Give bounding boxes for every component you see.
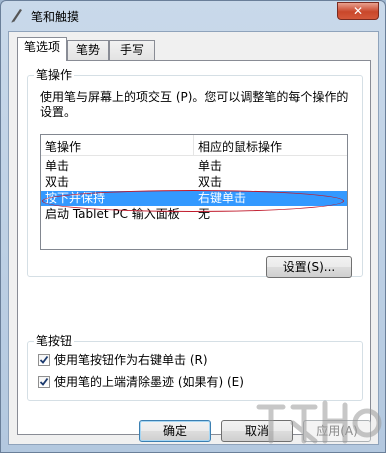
dialog-body: 笔选项 笔势 手写 笔操作 使用笔与屏幕上的项交互 (P)。您可以调整笔的每个操… — [8, 31, 379, 445]
close-button[interactable]: ✕ — [337, 2, 379, 20]
pen-action-name: 双击 — [45, 175, 70, 189]
tab-flicks[interactable]: 笔势 — [67, 40, 109, 60]
title-bar[interactable]: 笔和触摸 ✕ — [1, 1, 385, 31]
list-item[interactable]: 双击 双击 — [41, 175, 347, 190]
mouse-action-name: 双击 — [198, 175, 223, 189]
pen-buttons-group-title: 笔按钮 — [34, 334, 75, 348]
mouse-action-name: 无 — [198, 207, 211, 221]
eraser-checkbox[interactable] — [38, 376, 50, 388]
pen-and-touch-dialog: 笔和触摸 ✕ 笔选项 笔势 手写 笔操作 使用笔与屏幕上的项交互 (P)。您可以… — [0, 0, 386, 453]
cancel-button[interactable]: 取消 — [221, 420, 293, 442]
tab-handwriting[interactable]: 手写 — [109, 40, 155, 60]
pen-actions-description: 使用笔与屏幕上的项交互 (P)。您可以调整笔的每个操作的设置。 — [40, 90, 349, 119]
right-click-label: 使用笔按钮作为右键单击 (R) — [54, 353, 208, 367]
pen-actions-group-title: 笔操作 — [34, 68, 75, 82]
pen-action-name: 单击 — [45, 159, 70, 173]
column-header-pen-action[interactable]: 笔操作 — [45, 138, 81, 155]
right-click-checkbox[interactable] — [38, 354, 50, 366]
check-icon — [39, 355, 49, 364]
column-header-mouse-action[interactable]: 相应的鼠标操作 — [198, 138, 282, 155]
list-item-selected[interactable]: 按下并保持 右键单击 — [41, 191, 347, 206]
pen-action-name: 按下并保持 — [45, 191, 106, 205]
close-icon: ✕ — [352, 4, 364, 18]
pen-icon — [9, 7, 25, 23]
eraser-label: 使用笔的上端清除墨迹 (如果有) (E) — [54, 375, 244, 389]
pen-buttons-group: 笔按钮 使用笔按钮作为右键单击 (R) 使用笔的上端清除墨迹 (如果有) (E) — [27, 334, 363, 401]
pen-actions-group: 笔操作 使用笔与屏幕上的项交互 (P)。您可以调整笔的每个操作的设置。 笔操作 … — [27, 68, 363, 278]
mouse-action-name: 右键单击 — [198, 191, 247, 205]
pen-action-name: 启动 Tablet PC 输入面板 — [45, 207, 180, 221]
check-icon — [39, 377, 49, 386]
window-title: 笔和触摸 — [31, 10, 80, 24]
list-item[interactable]: 单击 单击 — [41, 159, 347, 174]
list-header: 笔操作 相应的鼠标操作 — [41, 135, 347, 156]
column-divider[interactable] — [193, 135, 194, 155]
list-item[interactable]: 启动 Tablet PC 输入面板 无 — [41, 207, 347, 222]
mouse-action-name: 单击 — [198, 159, 223, 173]
apply-button[interactable]: 应用(A) — [303, 420, 371, 442]
ok-button[interactable]: 确定 — [139, 420, 211, 442]
tab-panel: 笔操作 使用笔与屏幕上的项交互 (P)。您可以调整笔的每个操作的设置。 笔操作 … — [17, 60, 371, 435]
tab-pen-options[interactable]: 笔选项 — [17, 37, 67, 61]
pen-actions-list[interactable]: 笔操作 相应的鼠标操作 单击 单击 双击 双击 按下并保持 右键单击 启动 Ta… — [40, 134, 348, 250]
settings-button[interactable]: 设置(S)... — [266, 256, 352, 278]
